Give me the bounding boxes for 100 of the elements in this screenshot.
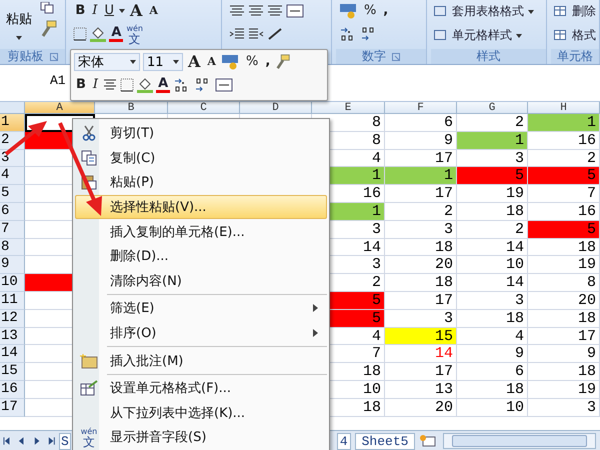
table-cell: 20 [528,292,600,310]
row-header[interactable]: 7 [0,220,25,239]
paste-button[interactable]: 粘贴 [4,2,34,40]
align-icon[interactable] [248,4,264,18]
table-cell: 17 [385,185,457,203]
table-cell: 20 [385,398,457,417]
border-icon[interactable] [120,78,134,92]
comma-button[interactable]: , [381,3,390,19]
column-header[interactable]: A [25,102,95,114]
sheet-nav-icon[interactable] [3,436,12,446]
menu-item[interactable]: 选择性粘贴(V)... [75,194,327,220]
percent-button[interactable]: % [244,54,260,70]
menu-item[interactable]: wén 文 显示拼音字段(S) [75,425,327,450]
table-cell: 14 [457,274,528,292]
format-cells-icon [80,380,98,396]
column-header[interactable]: E [312,102,385,114]
row-header[interactable]: 15 [0,363,25,381]
row-header[interactable]: 14 [0,345,25,364]
sheet-tab[interactable]: Sheet5 [354,432,416,450]
copy-icon[interactable] [40,2,54,14]
grow-font-button[interactable]: A [186,54,202,70]
grow-font-button[interactable]: A [128,3,144,19]
column-header[interactable]: B [95,102,168,114]
table-cell: 7 [528,185,600,203]
row-header[interactable]: 5 [0,185,25,203]
percent-button[interactable]: % [362,3,378,19]
italic-button[interactable]: I [90,3,100,19]
italic-button[interactable]: I [90,77,100,93]
align-icon[interactable] [228,4,245,18]
font-color-button[interactable]: A [156,77,170,93]
scissors-icon [82,125,96,142]
comment-icon [80,352,98,369]
table-cell: 16 [528,132,600,150]
column-header[interactable]: G [457,102,528,114]
merge-cells-icon[interactable] [215,78,234,92]
align-icon[interactable] [266,4,283,18]
style-menu-button[interactable]: 单元格样式 [434,25,543,46]
table-cell: 17 [385,292,457,310]
font-color-button[interactable]: A [109,26,124,42]
column-header[interactable]: D [240,102,312,114]
table-cell: 1 [385,167,457,186]
group-label: 剪贴板 [8,48,44,65]
currency-icon[interactable] [338,3,359,19]
sheet-tab[interactable]: 4 [336,432,351,450]
fill-bucket-icon[interactable] [90,26,106,42]
format-painter-icon[interactable] [40,20,58,38]
table-cell: 2 [385,202,457,221]
row-header[interactable]: 11 [0,292,25,310]
format-painter-icon[interactable] [275,54,292,70]
table-cell: 5 [457,167,528,186]
caret-icon [528,10,534,14]
center-align-icon[interactable] [103,79,118,91]
border-icon[interactable] [73,27,88,41]
wrap-text-icon[interactable] [286,4,304,18]
row-header[interactable]: 4 [0,167,25,186]
row-header[interactable]: 16 [0,380,25,399]
style-menu-button[interactable]: 套用表格格式 [434,1,543,22]
row-header[interactable]: 1 [0,114,25,132]
table-cell: 3 [528,398,600,417]
currency-icon[interactable] [220,54,241,70]
table-cell: 17 [528,328,600,346]
row-header[interactable]: 13 [0,328,25,346]
row-header[interactable]: 6 [0,202,25,221]
table-cell: 17 [385,363,457,381]
table-cell: 3 [385,220,457,239]
comma-button[interactable]: , [263,54,272,70]
shrink-font-button[interactable]: A [147,3,160,19]
table-cell: 19 [528,256,600,274]
shrink-font-button[interactable]: A [205,54,218,70]
row-header[interactable]: 17 [0,398,25,417]
table-cell: 5 [528,220,600,239]
table-cell: 18 [528,363,600,381]
cells-menu-button[interactable]: 格式 [554,25,596,46]
table-cell: 10 [457,256,528,274]
cells-menu-button[interactable]: 删除 [554,1,596,22]
column-header[interactable]: C [168,102,240,114]
row-header[interactable]: 10 [0,274,25,292]
bold-button[interactable]: B [73,3,88,19]
table-cell: 1 [457,132,528,150]
row-header[interactable]: 12 [0,310,25,328]
group-label: 样式 [476,48,501,65]
group-label: 单元格 [556,48,593,65]
row-header[interactable]: 9 [0,256,25,274]
column-header[interactable]: H [528,102,600,114]
name-box[interactable]: A1 [50,73,66,88]
new-sheet-icon[interactable] [419,434,438,448]
table-cell: 10 [457,398,528,417]
fill-bucket-icon[interactable] [137,77,154,93]
indent-icon[interactable] [228,27,245,41]
caret-icon[interactable] [118,9,125,13]
font-name-dropdown[interactable]: 宋体 [74,53,140,71]
phonetic-guide-icon[interactable]: wén 文 [126,24,143,44]
sheet-tab[interactable]: S [59,432,71,450]
indent-icon[interactable] [248,27,264,41]
row-header[interactable]: 8 [0,238,25,256]
underline-button[interactable]: U [102,3,116,19]
horizontal-scrollbar[interactable] [443,433,596,449]
font-size-dropdown[interactable]: 11 [143,53,183,71]
column-header[interactable]: F [385,102,457,114]
bold-button[interactable]: B [74,77,88,93]
